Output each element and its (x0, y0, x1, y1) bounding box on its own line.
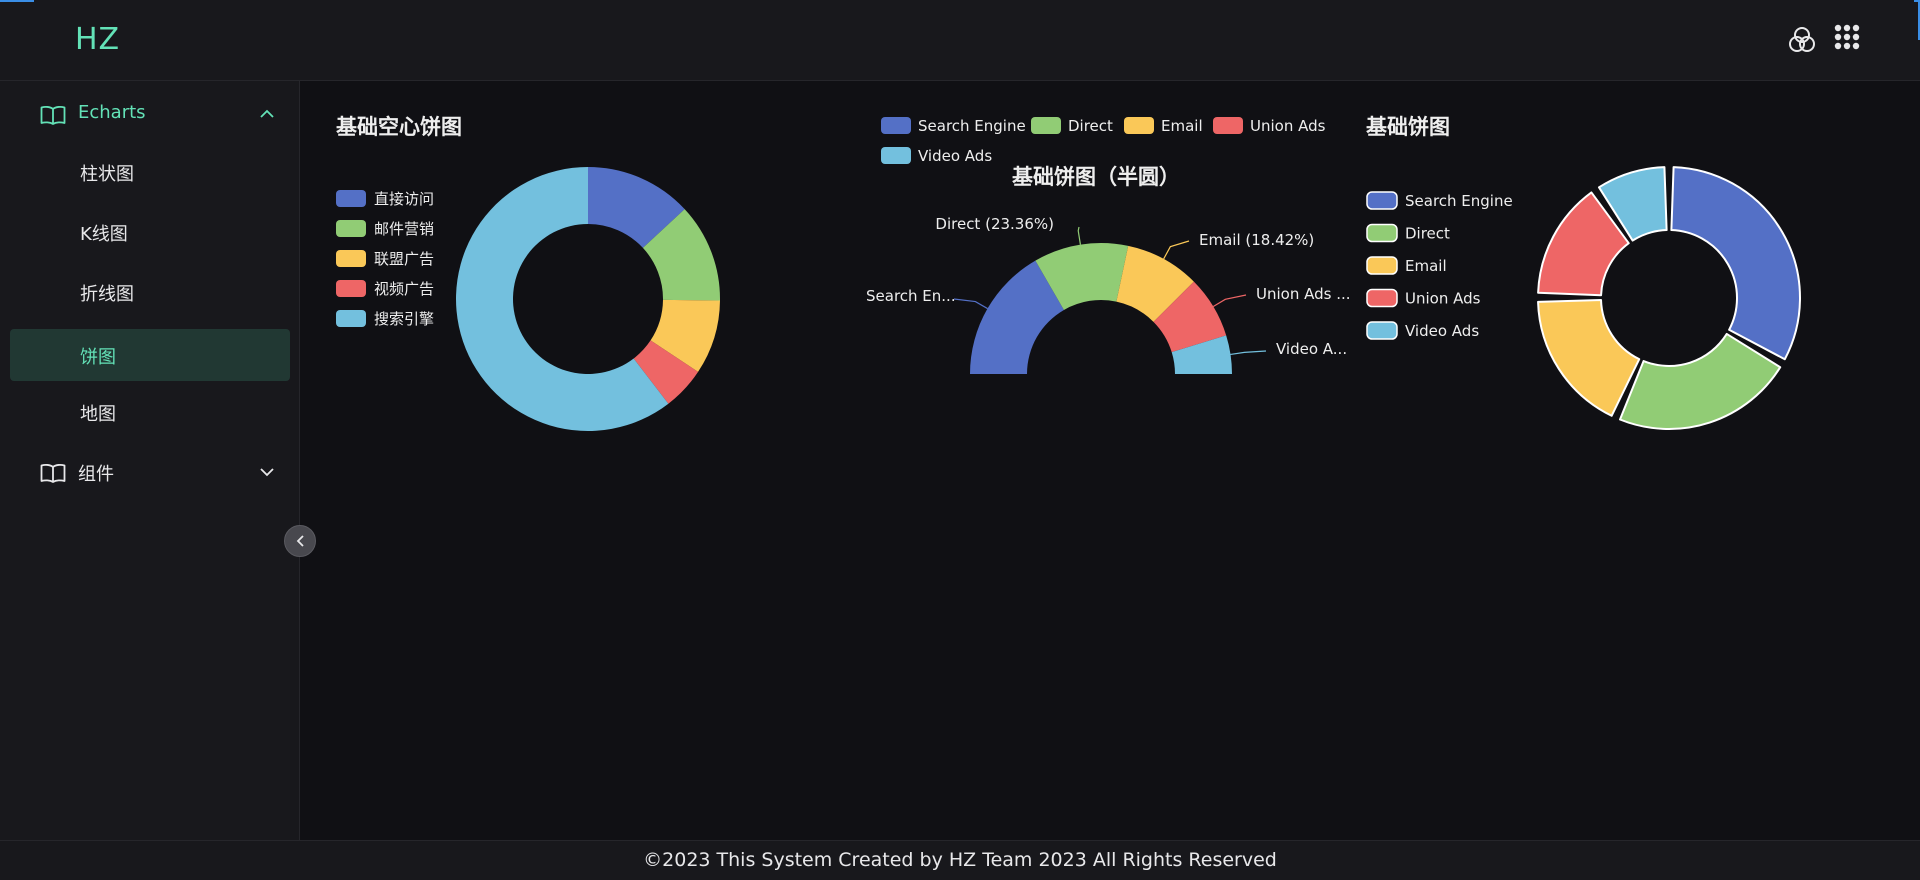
legend-swatch (881, 147, 911, 164)
legend-label: 直接访问 (374, 190, 434, 208)
chart-donut: 基础空心饼图 直接访问邮件营销联盟广告视频广告搜索引擎 (336, 115, 720, 431)
sidebar-item-label: 饼图 (80, 347, 116, 368)
sidebar-item-pie-chart[interactable]: 饼图 (10, 329, 290, 381)
legend-label: Direct (1405, 225, 1450, 243)
legend-swatch (336, 280, 366, 297)
slice-label: Union Ads ... (1256, 285, 1351, 303)
label-line (953, 298, 988, 310)
legend-swatch (1366, 288, 1398, 308)
legend-swatch (1366, 223, 1398, 243)
legend-swatch (336, 310, 366, 327)
chart-half-donut: Search Engine Direct Email Union Ads Video A… (866, 117, 1351, 374)
footer-text: ©2023 This System Created by HZ Team 202… (643, 849, 1277, 871)
theme-icon[interactable] (1788, 26, 1816, 54)
legend-item[interactable]: 邮件营销 (336, 220, 434, 238)
chart-rounded-donut: 基础饼图 Search Engine Direct Email Union Ads Vi… (1366, 115, 1801, 430)
legend-label: Union Ads (1405, 290, 1481, 308)
main-content: 基础空心饼图 直接访问邮件营销联盟广告视频广告搜索引擎 Search Engin… (301, 81, 1920, 840)
legend-label: Union Ads (1250, 117, 1326, 135)
legend-item[interactable]: Email (1366, 256, 1447, 275)
chevron-up-icon (260, 109, 274, 118)
legend-swatch (1366, 256, 1398, 275)
legend-label: 视频广告 (374, 280, 434, 298)
legend-label: Video Ads (1405, 322, 1479, 340)
legend-item[interactable]: 直接访问 (336, 190, 434, 208)
chart-slices (970, 243, 1232, 374)
logo[interactable]: HZ (75, 22, 120, 57)
chart-title: 基础空心饼图 (336, 115, 462, 139)
chevron-down-icon (260, 468, 274, 477)
slice-label: Search En... (866, 287, 956, 305)
menu-group-components[interactable]: 组件 (0, 445, 300, 501)
legend-item[interactable]: Email (1124, 117, 1203, 135)
legend-label: Search Engine (1405, 192, 1513, 210)
sidebar-item-label: K线图 (80, 224, 128, 245)
pie-slice-2[interactable] (1537, 299, 1641, 417)
pie-slice-0[interactable] (1670, 166, 1801, 361)
legend-label: Direct (1068, 117, 1113, 135)
legend-swatch (881, 117, 911, 134)
legend-label: Email (1405, 257, 1447, 275)
legend-item[interactable]: Union Ads (1213, 117, 1326, 135)
apps-grid-icon[interactable] (1834, 24, 1860, 50)
sidebar-item-kline-chart[interactable]: K线图 (10, 206, 290, 258)
legend-item[interactable]: Union Ads (1366, 288, 1481, 308)
slice-label: Email (18.42%) (1199, 231, 1314, 249)
legend-label: 搜索引擎 (374, 310, 434, 328)
label-line (1163, 240, 1190, 260)
legend-label: Video Ads (918, 147, 992, 165)
slice-label: Video A... (1276, 340, 1347, 358)
label-line (1212, 294, 1247, 308)
legend-swatch (1213, 117, 1243, 134)
label-line (1230, 350, 1267, 356)
sidebar-item-bar-chart[interactable]: 柱状图 (10, 146, 290, 198)
legend-label: 邮件营销 (374, 220, 434, 238)
legend-item[interactable]: Search Engine (1366, 191, 1513, 210)
book-icon (40, 463, 66, 483)
legend-item[interactable]: 联盟广告 (336, 250, 434, 268)
legend-swatch (336, 220, 366, 237)
chart-slices (1537, 166, 1801, 430)
chart-slices (456, 167, 720, 431)
legend-item[interactable]: Direct (1031, 117, 1113, 135)
legend-swatch (1366, 321, 1398, 340)
top-accent-line (0, 0, 34, 2)
legend-item[interactable]: 视频广告 (336, 280, 434, 298)
sidebar-item-label: 地图 (80, 404, 116, 425)
label-line (1077, 226, 1082, 245)
chart-title: 基础饼图 (1366, 115, 1450, 139)
legend-swatch (1366, 191, 1398, 210)
slice-label: Direct (23.36%) (935, 215, 1054, 233)
legend-item[interactable]: Video Ads (1366, 321, 1479, 340)
sidebar: Echarts 柱状图 K线图 折线图 饼图 地图 组件 (0, 81, 316, 840)
pie-slice-1[interactable] (1619, 332, 1782, 430)
legend-swatch (1031, 117, 1061, 134)
legend-swatch (336, 250, 366, 267)
legend-label: Search Engine (918, 117, 1026, 135)
chart-legend[interactable]: Search Engine Direct Email Union Ads Video A… (881, 117, 1326, 165)
menu-group-label: 组件 (78, 464, 114, 485)
chart-legend[interactable]: Search Engine Direct Email Union Ads Video A… (1366, 191, 1513, 340)
book-icon (40, 105, 66, 125)
legend-swatch (1124, 117, 1154, 134)
chart-title: 基础饼图（半圆） (1012, 165, 1180, 189)
footer: ©2023 This System Created by HZ Team 202… (0, 840, 1920, 880)
sidebar-item-label: 折线图 (80, 284, 134, 305)
legend-item[interactable]: Video Ads (881, 147, 992, 165)
legend-item[interactable]: 搜索引擎 (336, 310, 434, 328)
menu-group-label: Echarts (78, 102, 146, 123)
chart-legend[interactable]: 直接访问邮件营销联盟广告视频广告搜索引擎 (336, 190, 434, 328)
sidebar-item-line-chart[interactable]: 折线图 (10, 266, 290, 318)
legend-item[interactable]: Search Engine (881, 117, 1026, 135)
legend-item[interactable]: Direct (1366, 223, 1450, 243)
sidebar-item-map[interactable]: 地图 (10, 386, 290, 438)
menu-group-echarts[interactable]: Echarts (0, 87, 300, 143)
legend-label: 联盟广告 (374, 250, 434, 268)
top-accent-corner (1914, 0, 1920, 40)
sidebar-item-label: 柱状图 (80, 164, 134, 185)
top-header: HZ (0, 0, 1920, 81)
legend-label: Email (1161, 117, 1203, 135)
pie-charts-canvas: 基础空心饼图 直接访问邮件营销联盟广告视频广告搜索引擎 Search Engin… (336, 115, 1801, 431)
legend-swatch (336, 190, 366, 207)
